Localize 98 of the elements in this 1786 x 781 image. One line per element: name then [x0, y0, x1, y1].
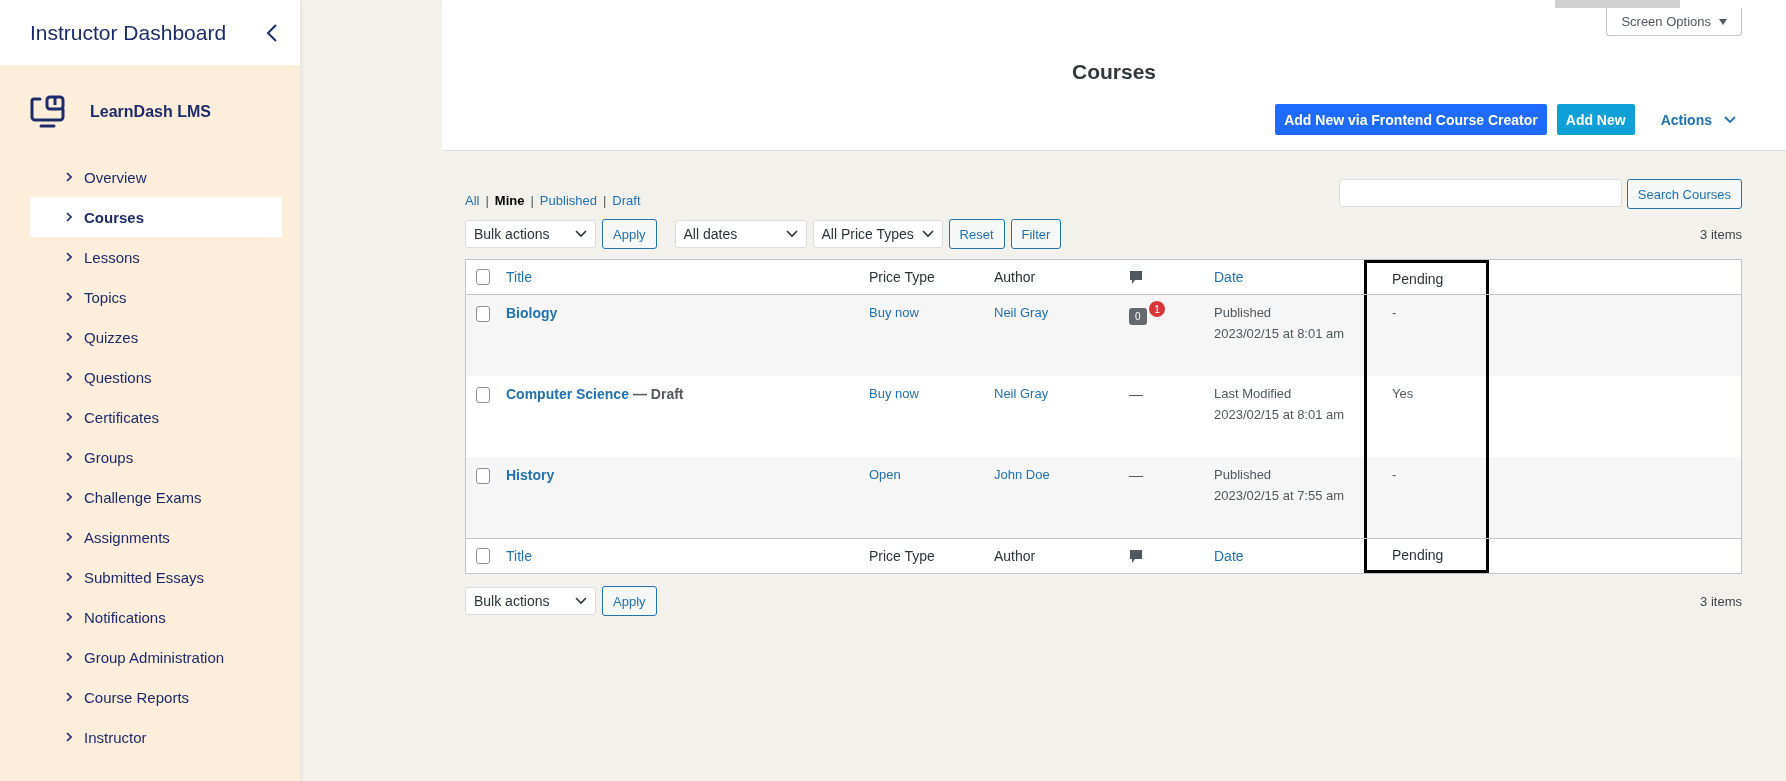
view-separator: |	[485, 193, 489, 208]
sidebar-item[interactable]: Courses	[30, 197, 282, 237]
sidebar-item[interactable]: Quizzes	[30, 317, 282, 357]
course-title-link[interactable]: Biology	[506, 305, 558, 321]
view-filter-link[interactable]: Published	[539, 193, 597, 208]
caret-down-icon	[1719, 18, 1727, 25]
chevron-right-icon	[66, 692, 72, 702]
row-checkbox[interactable]	[476, 387, 490, 403]
view-separator: |	[530, 193, 534, 208]
price-type-link[interactable]: Open	[869, 467, 901, 482]
column-header: Pending	[1364, 539, 1489, 573]
column-header: Price Type	[868, 547, 936, 566]
comment-count-bubble[interactable]: 0	[1129, 308, 1147, 325]
chevron-right-icon	[66, 252, 72, 262]
chevron-right-icon	[66, 372, 72, 382]
date-cell-text: Published 2023/02/15 at 7:55 am	[1214, 466, 1345, 505]
chevron-right-icon	[66, 452, 72, 462]
no-comments-dash: —	[1129, 467, 1143, 483]
monitor-book-icon	[30, 95, 66, 129]
sidebar-title: Instructor Dashboard	[30, 20, 227, 45]
chevron-right-icon	[66, 172, 72, 182]
sidebar-item[interactable]: Notifications	[30, 597, 282, 637]
dates-select[interactable]: All dates	[674, 220, 807, 248]
view-separator: |	[602, 193, 607, 208]
chevron-right-icon	[66, 492, 72, 502]
column-header-link[interactable]: Title	[498, 260, 861, 294]
chevron-right-icon	[66, 732, 72, 742]
sidebar-item[interactable]: Group Administration	[30, 637, 282, 677]
items-count: 3 items	[1700, 226, 1742, 242]
select-all-checkbox[interactable]	[476, 548, 490, 564]
sidebar-item[interactable]: Topics	[30, 277, 282, 317]
column-header: Author	[993, 547, 1037, 566]
author-link[interactable]: John Doe	[994, 467, 1050, 482]
frontend-creator-button[interactable]: Add New via Frontend Course Creator	[1275, 104, 1547, 135]
course-title-link[interactable]: Computer Science	[506, 386, 629, 402]
chevron-right-icon	[66, 652, 72, 662]
chevron-right-icon	[66, 612, 72, 622]
chevron-left-icon[interactable]	[266, 22, 278, 43]
author-link[interactable]: Neil Gray	[994, 305, 1049, 320]
apply-button[interactable]: Apply	[602, 586, 657, 616]
sidebar-item[interactable]: Submitted Essays	[30, 557, 282, 597]
sidebar-item[interactable]: Challenge Exams	[30, 477, 282, 517]
chevron-down-icon	[1724, 115, 1736, 124]
chevron-down-icon	[921, 230, 934, 238]
row-checkbox[interactable]	[476, 468, 490, 484]
post-state: — Draft	[632, 386, 684, 402]
brand-name: LearnDash LMS	[90, 103, 211, 121]
chevron-right-icon	[66, 292, 72, 302]
view-filter-link[interactable]: Mine	[494, 193, 525, 208]
search-courses-button[interactable]: Search Courses	[1626, 179, 1742, 209]
chevron-down-icon	[575, 230, 587, 238]
sidebar-item[interactable]: Assignments	[30, 517, 282, 557]
row-checkbox[interactable]	[476, 306, 490, 322]
actions-button[interactable]: Actions	[1644, 111, 1736, 128]
bulk-actions-select[interactable]: Bulk actions	[465, 220, 596, 248]
date-cell-text: Last Modified 2023/02/15 at 8:01 am	[1214, 385, 1345, 424]
price-types-select[interactable]: All Price Types	[812, 220, 943, 248]
column-header-link[interactable]: Date	[1206, 539, 1364, 573]
date-cell-text: Published 2023/02/15 at 8:01 am	[1214, 304, 1345, 343]
apply-button[interactable]: Apply	[602, 219, 657, 249]
sidebar-item[interactable]: Certificates	[30, 397, 282, 437]
filter-button[interactable]: Filter	[1010, 219, 1062, 249]
pending-cell: -	[1392, 305, 1397, 320]
bulk-actions-select[interactable]: Bulk actions	[465, 587, 596, 615]
chevron-right-icon	[66, 572, 72, 582]
pending-comments-badge: 1	[1148, 300, 1166, 318]
sidebar-item[interactable]: Lessons	[30, 237, 282, 277]
chevron-right-icon	[66, 412, 72, 422]
pending-cell: -	[1392, 467, 1397, 482]
items-count: 3 items	[1700, 593, 1742, 609]
view-filter-link[interactable]: Draft	[612, 193, 641, 208]
chevron-down-icon	[785, 230, 798, 238]
add-new-button[interactable]: Add New	[1556, 104, 1635, 135]
price-type-link[interactable]: Buy now	[869, 386, 919, 401]
column-header: Author	[993, 268, 1037, 287]
reset-button[interactable]: Reset	[948, 219, 1005, 249]
page-title: Courses	[1071, 60, 1157, 84]
column-header-link[interactable]: Date	[1206, 260, 1364, 294]
sidebar-item[interactable]: Instructor	[30, 717, 282, 757]
search-field[interactable]	[1338, 179, 1622, 207]
no-comments-dash: —	[1129, 386, 1143, 402]
select-all-checkbox[interactable]	[476, 269, 490, 285]
course-title-link[interactable]: History	[506, 467, 555, 483]
chevron-right-icon	[66, 532, 72, 542]
sidebar-item[interactable]: Questions	[30, 357, 282, 397]
view-filter-link[interactable]: All	[465, 193, 480, 208]
screen-options-button[interactable]: Screen Options	[1606, 8, 1742, 36]
chevron-right-icon	[66, 332, 72, 342]
price-type-link[interactable]: Buy now	[869, 305, 919, 320]
pending-cell: Yes	[1392, 386, 1414, 401]
author-link[interactable]: Neil Gray	[994, 386, 1049, 401]
sidebar-item[interactable]: Groups	[30, 437, 282, 477]
chevron-down-icon	[575, 597, 587, 605]
column-header-link[interactable]: Title	[498, 539, 861, 573]
sidebar-item[interactable]: Overview	[30, 157, 282, 197]
chevron-right-icon	[66, 212, 72, 222]
column-header: Price Type	[868, 268, 936, 287]
sidebar-item[interactable]: Course Reports	[30, 677, 282, 717]
